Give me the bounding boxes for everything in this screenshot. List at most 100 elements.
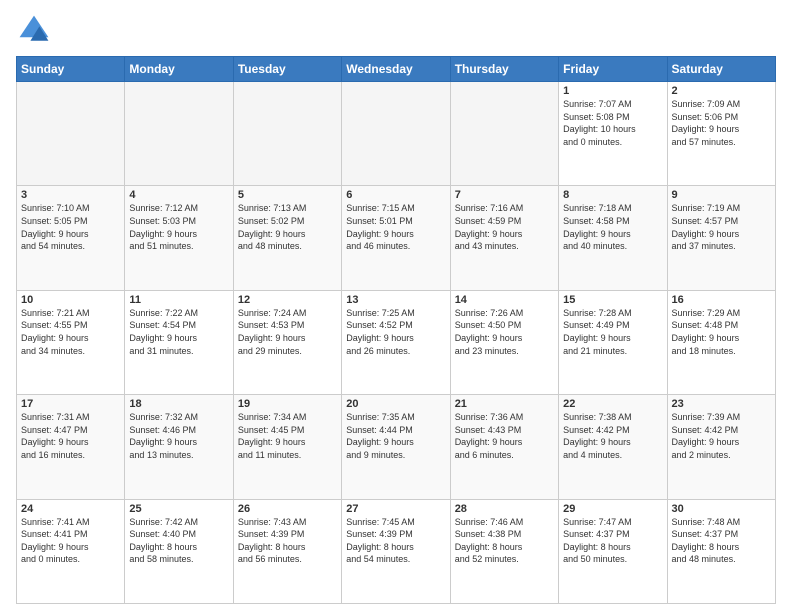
- day-info: Sunrise: 7:19 AM Sunset: 4:57 PM Dayligh…: [672, 202, 771, 252]
- day-info: Sunrise: 7:31 AM Sunset: 4:47 PM Dayligh…: [21, 411, 120, 461]
- calendar-cell-3-0: 17Sunrise: 7:31 AM Sunset: 4:47 PM Dayli…: [17, 395, 125, 499]
- calendar-cell-4-2: 26Sunrise: 7:43 AM Sunset: 4:39 PM Dayli…: [233, 499, 341, 603]
- logo-icon: [16, 12, 52, 48]
- calendar-cell-2-4: 14Sunrise: 7:26 AM Sunset: 4:50 PM Dayli…: [450, 290, 558, 394]
- day-info: Sunrise: 7:32 AM Sunset: 4:46 PM Dayligh…: [129, 411, 228, 461]
- day-info: Sunrise: 7:28 AM Sunset: 4:49 PM Dayligh…: [563, 307, 662, 357]
- day-number: 6: [346, 189, 445, 201]
- day-number: 3: [21, 189, 120, 201]
- weekday-header-sunday: Sunday: [17, 57, 125, 82]
- calendar-cell-1-6: 9Sunrise: 7:19 AM Sunset: 4:57 PM Daylig…: [667, 186, 775, 290]
- day-number: 16: [672, 294, 771, 306]
- day-info: Sunrise: 7:36 AM Sunset: 4:43 PM Dayligh…: [455, 411, 554, 461]
- weekday-header-tuesday: Tuesday: [233, 57, 341, 82]
- day-info: Sunrise: 7:09 AM Sunset: 5:06 PM Dayligh…: [672, 98, 771, 148]
- day-info: Sunrise: 7:39 AM Sunset: 4:42 PM Dayligh…: [672, 411, 771, 461]
- weekday-header-row: SundayMondayTuesdayWednesdayThursdayFrid…: [17, 57, 776, 82]
- day-info: Sunrise: 7:24 AM Sunset: 4:53 PM Dayligh…: [238, 307, 337, 357]
- calendar-cell-4-0: 24Sunrise: 7:41 AM Sunset: 4:41 PM Dayli…: [17, 499, 125, 603]
- header: [16, 12, 776, 48]
- day-info: Sunrise: 7:13 AM Sunset: 5:02 PM Dayligh…: [238, 202, 337, 252]
- day-info: Sunrise: 7:26 AM Sunset: 4:50 PM Dayligh…: [455, 307, 554, 357]
- calendar-cell-4-1: 25Sunrise: 7:42 AM Sunset: 4:40 PM Dayli…: [125, 499, 233, 603]
- day-number: 19: [238, 398, 337, 410]
- day-number: 14: [455, 294, 554, 306]
- weekday-header-wednesday: Wednesday: [342, 57, 450, 82]
- day-info: Sunrise: 7:18 AM Sunset: 4:58 PM Dayligh…: [563, 202, 662, 252]
- calendar-cell-0-3: [342, 82, 450, 186]
- calendar-cell-1-0: 3Sunrise: 7:10 AM Sunset: 5:05 PM Daylig…: [17, 186, 125, 290]
- weekday-header-saturday: Saturday: [667, 57, 775, 82]
- day-number: 13: [346, 294, 445, 306]
- day-info: Sunrise: 7:16 AM Sunset: 4:59 PM Dayligh…: [455, 202, 554, 252]
- day-number: 23: [672, 398, 771, 410]
- day-number: 21: [455, 398, 554, 410]
- day-info: Sunrise: 7:07 AM Sunset: 5:08 PM Dayligh…: [563, 98, 662, 148]
- day-number: 5: [238, 189, 337, 201]
- day-info: Sunrise: 7:22 AM Sunset: 4:54 PM Dayligh…: [129, 307, 228, 357]
- day-number: 4: [129, 189, 228, 201]
- calendar-cell-2-2: 12Sunrise: 7:24 AM Sunset: 4:53 PM Dayli…: [233, 290, 341, 394]
- calendar-cell-1-5: 8Sunrise: 7:18 AM Sunset: 4:58 PM Daylig…: [559, 186, 667, 290]
- calendar-cell-0-1: [125, 82, 233, 186]
- weekday-header-friday: Friday: [559, 57, 667, 82]
- day-info: Sunrise: 7:41 AM Sunset: 4:41 PM Dayligh…: [21, 516, 120, 566]
- day-number: 1: [563, 85, 662, 97]
- calendar-cell-0-2: [233, 82, 341, 186]
- calendar-cell-2-0: 10Sunrise: 7:21 AM Sunset: 4:55 PM Dayli…: [17, 290, 125, 394]
- day-number: 22: [563, 398, 662, 410]
- day-info: Sunrise: 7:48 AM Sunset: 4:37 PM Dayligh…: [672, 516, 771, 566]
- day-number: 18: [129, 398, 228, 410]
- day-number: 26: [238, 503, 337, 515]
- day-info: Sunrise: 7:34 AM Sunset: 4:45 PM Dayligh…: [238, 411, 337, 461]
- calendar-cell-3-1: 18Sunrise: 7:32 AM Sunset: 4:46 PM Dayli…: [125, 395, 233, 499]
- day-info: Sunrise: 7:25 AM Sunset: 4:52 PM Dayligh…: [346, 307, 445, 357]
- calendar-cell-3-6: 23Sunrise: 7:39 AM Sunset: 4:42 PM Dayli…: [667, 395, 775, 499]
- calendar-cell-2-6: 16Sunrise: 7:29 AM Sunset: 4:48 PM Dayli…: [667, 290, 775, 394]
- calendar-cell-3-3: 20Sunrise: 7:35 AM Sunset: 4:44 PM Dayli…: [342, 395, 450, 499]
- day-number: 12: [238, 294, 337, 306]
- week-row-2: 10Sunrise: 7:21 AM Sunset: 4:55 PM Dayli…: [17, 290, 776, 394]
- day-number: 11: [129, 294, 228, 306]
- day-info: Sunrise: 7:10 AM Sunset: 5:05 PM Dayligh…: [21, 202, 120, 252]
- calendar-cell-3-5: 22Sunrise: 7:38 AM Sunset: 4:42 PM Dayli…: [559, 395, 667, 499]
- day-number: 15: [563, 294, 662, 306]
- calendar-cell-2-1: 11Sunrise: 7:22 AM Sunset: 4:54 PM Dayli…: [125, 290, 233, 394]
- calendar-cell-1-2: 5Sunrise: 7:13 AM Sunset: 5:02 PM Daylig…: [233, 186, 341, 290]
- calendar-cell-1-3: 6Sunrise: 7:15 AM Sunset: 5:01 PM Daylig…: [342, 186, 450, 290]
- calendar-cell-1-4: 7Sunrise: 7:16 AM Sunset: 4:59 PM Daylig…: [450, 186, 558, 290]
- day-number: 8: [563, 189, 662, 201]
- week-row-3: 17Sunrise: 7:31 AM Sunset: 4:47 PM Dayli…: [17, 395, 776, 499]
- calendar-cell-0-5: 1Sunrise: 7:07 AM Sunset: 5:08 PM Daylig…: [559, 82, 667, 186]
- day-info: Sunrise: 7:29 AM Sunset: 4:48 PM Dayligh…: [672, 307, 771, 357]
- logo: [16, 12, 56, 48]
- calendar-cell-2-3: 13Sunrise: 7:25 AM Sunset: 4:52 PM Dayli…: [342, 290, 450, 394]
- calendar-table: SundayMondayTuesdayWednesdayThursdayFrid…: [16, 56, 776, 604]
- calendar-cell-0-0: [17, 82, 125, 186]
- weekday-header-monday: Monday: [125, 57, 233, 82]
- calendar-cell-4-3: 27Sunrise: 7:45 AM Sunset: 4:39 PM Dayli…: [342, 499, 450, 603]
- day-info: Sunrise: 7:46 AM Sunset: 4:38 PM Dayligh…: [455, 516, 554, 566]
- calendar-cell-4-4: 28Sunrise: 7:46 AM Sunset: 4:38 PM Dayli…: [450, 499, 558, 603]
- calendar-cell-3-4: 21Sunrise: 7:36 AM Sunset: 4:43 PM Dayli…: [450, 395, 558, 499]
- day-info: Sunrise: 7:42 AM Sunset: 4:40 PM Dayligh…: [129, 516, 228, 566]
- calendar-cell-0-4: [450, 82, 558, 186]
- day-info: Sunrise: 7:12 AM Sunset: 5:03 PM Dayligh…: [129, 202, 228, 252]
- day-number: 9: [672, 189, 771, 201]
- day-number: 20: [346, 398, 445, 410]
- calendar-cell-4-5: 29Sunrise: 7:47 AM Sunset: 4:37 PM Dayli…: [559, 499, 667, 603]
- day-number: 24: [21, 503, 120, 515]
- day-info: Sunrise: 7:21 AM Sunset: 4:55 PM Dayligh…: [21, 307, 120, 357]
- day-number: 10: [21, 294, 120, 306]
- week-row-4: 24Sunrise: 7:41 AM Sunset: 4:41 PM Dayli…: [17, 499, 776, 603]
- day-info: Sunrise: 7:35 AM Sunset: 4:44 PM Dayligh…: [346, 411, 445, 461]
- day-number: 7: [455, 189, 554, 201]
- day-info: Sunrise: 7:43 AM Sunset: 4:39 PM Dayligh…: [238, 516, 337, 566]
- day-number: 29: [563, 503, 662, 515]
- day-info: Sunrise: 7:47 AM Sunset: 4:37 PM Dayligh…: [563, 516, 662, 566]
- week-row-1: 3Sunrise: 7:10 AM Sunset: 5:05 PM Daylig…: [17, 186, 776, 290]
- calendar-cell-4-6: 30Sunrise: 7:48 AM Sunset: 4:37 PM Dayli…: [667, 499, 775, 603]
- day-info: Sunrise: 7:15 AM Sunset: 5:01 PM Dayligh…: [346, 202, 445, 252]
- day-number: 27: [346, 503, 445, 515]
- week-row-0: 1Sunrise: 7:07 AM Sunset: 5:08 PM Daylig…: [17, 82, 776, 186]
